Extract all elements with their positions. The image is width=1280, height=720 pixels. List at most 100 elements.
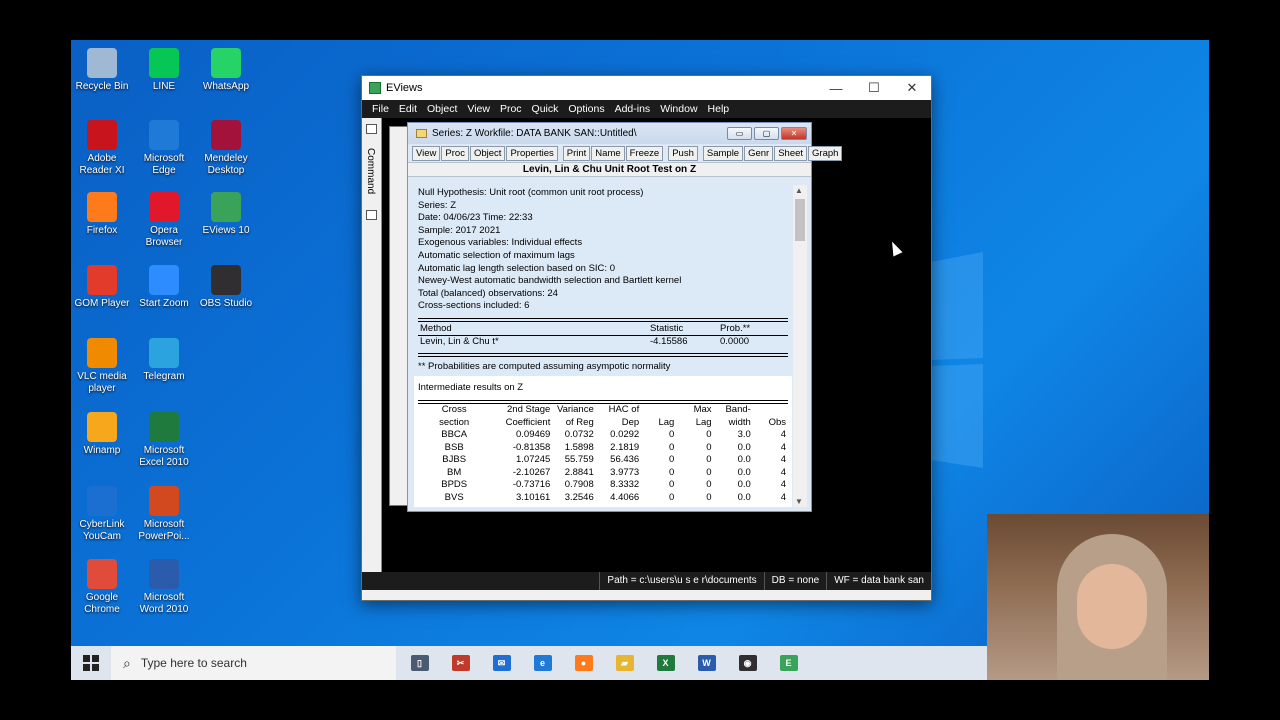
desktop-icon[interactable]: OBS Studio [195,265,257,310]
desktop-icon[interactable]: CyberLink YouCam [71,486,133,543]
obs-icon: ◉ [738,655,757,671]
desktop-icon[interactable]: Microsoft Excel 2010 [133,412,195,469]
table-cell: 4 [780,466,786,478]
desktop-icon[interactable]: GOM Player [71,265,133,310]
taskbar-search[interactable]: ⌕ Type here to search [111,646,396,680]
sheet-button[interactable]: Sheet [774,145,808,161]
desktop-icon[interactable]: Microsoft Edge [133,120,195,177]
desktop-icon[interactable]: WhatsApp [195,48,257,93]
desktop-icon[interactable]: Google Chrome [71,559,133,616]
taskbar-app[interactable]: ● [563,646,604,680]
menu-edit[interactable]: Edit [394,103,422,115]
series-minimize-button[interactable]: ▭ [727,127,752,140]
webcam-face [1077,564,1147,649]
maximize-button[interactable]: ☐ [855,76,893,100]
taskbar-app[interactable]: X [645,646,686,680]
desktop-icon[interactable]: LINE [133,48,195,93]
menu-quick[interactable]: Quick [527,103,564,115]
push-button[interactable]: Push [668,145,698,161]
genr-button[interactable]: Genr [744,145,774,161]
menu-help[interactable]: Help [703,103,735,115]
menu-window[interactable]: Window [655,103,702,115]
desktop-icon-label: Google Chrome [84,592,120,615]
print-button[interactable]: Print [562,145,591,161]
start-button[interactable] [71,646,111,680]
table-cell: 4 [780,429,786,441]
desktop-icon[interactable]: Recycle Bin [71,48,133,93]
status-bar: Path = c:\users\u s e r\documents DB = n… [362,572,931,590]
desktop-icon[interactable]: Mendeley Desktop [195,120,257,177]
view-button[interactable]: View [412,145,441,161]
capture-window-icon[interactable] [366,210,377,220]
table-cell: 0.0732 [564,429,594,441]
properties-button[interactable]: Properties [506,145,558,161]
series-title: Series: Z Workfile: DATA BANK SAN::Untit… [432,128,637,139]
close-button[interactable]: ✕ [893,76,931,100]
column-header: Coefficient [505,416,551,428]
desktop-icon[interactable]: Winamp [71,412,133,457]
excel-icon [149,412,179,442]
taskbar-app[interactable]: E [768,646,809,680]
series-close-button[interactable]: ✕ [781,127,807,140]
column-header: 2nd Stage [507,404,551,416]
desktop-icon-label: Microsoft PowerPoi... [138,519,190,542]
desktop-icon[interactable]: EViews 10 [195,192,257,237]
desktop-icon[interactable]: Microsoft Word 2010 [133,559,195,616]
desktop-icon-label: Adobe Reader XI [79,153,125,176]
webcam-overlay [987,514,1209,680]
scroll-thumb[interactable] [795,199,805,241]
desktop-icon[interactable]: Adobe Reader XI [71,120,133,177]
taskbar-app[interactable]: e [522,646,563,680]
desktop-icon[interactable]: Telegram [133,338,195,383]
table-cell: 0 [706,491,712,503]
desktop-icon-label: EViews 10 [202,225,250,236]
menu-addins[interactable]: Add-ins [610,103,656,115]
table-cell: 3.0 [737,429,751,441]
series-maximize-button[interactable]: ▢ [754,127,779,140]
intermediate-title: Intermediate results on Z [418,381,524,393]
menu-options[interactable]: Options [563,103,609,115]
command-pane[interactable]: Command [362,118,382,581]
eviews-title-bar[interactable]: EViews — ☐ ✕ [362,76,931,100]
object-button[interactable]: Object [469,145,506,161]
column-header: HAC of [608,404,640,416]
menu-object[interactable]: Object [422,103,462,115]
menu-view[interactable]: View [462,103,495,115]
name-button[interactable]: Name [591,145,625,161]
freeze-button[interactable]: Freeze [625,145,664,161]
eviews-icon [369,82,381,94]
desktop-icon[interactable]: Start Zoom [133,265,195,310]
taskbar-app[interactable]: ▰ [604,646,645,680]
desktop-icon[interactable]: Microsoft PowerPoi... [133,486,195,543]
prob-header: Prob.** [720,322,751,334]
table-cell: 0.7908 [564,479,594,491]
taskbar-app[interactable]: ◉ [727,646,768,680]
table-cell: 0.0 [737,454,751,466]
table-cell: 4 [780,454,786,466]
scroll-up-icon[interactable]: ▲ [795,186,803,195]
table-header-row: Cross 2nd Stage Variance HAC of Max Band- [418,404,788,417]
eviews-title: EViews [386,82,423,94]
vertical-scrollbar[interactable]: ▲ ▼ [793,185,807,507]
taskbar-app[interactable]: ✂ [440,646,481,680]
proc-button[interactable]: Proc [441,145,469,161]
taskbar-app[interactable]: ▯ [399,646,440,680]
desktop-icon[interactable]: Firefox [71,192,133,237]
desktop-icon[interactable]: Opera Browser [133,192,195,249]
taskbar-app[interactable]: ✉ [481,646,522,680]
sample-button[interactable]: Sample [702,145,744,161]
table-cell: 4 [780,479,786,491]
series-window[interactable]: Series: Z Workfile: DATA BANK SAN::Untit… [407,122,843,512]
series-title-bar[interactable]: Series: Z Workfile: DATA BANK SAN::Untit… [408,123,811,144]
menu-file[interactable]: File [367,103,394,115]
menu-proc[interactable]: Proc [495,103,527,115]
scroll-down-icon[interactable]: ▼ [795,497,803,506]
graph-button[interactable]: Graph [808,145,843,161]
obs-icon [211,265,241,295]
minimize-button[interactable]: — [817,76,855,100]
desktop-icon[interactable]: VLC media player [71,338,133,395]
gom-player-icon [87,265,117,295]
taskbar-app[interactable]: W [686,646,727,680]
column-header [753,404,788,417]
command-window-icon[interactable] [366,124,377,134]
